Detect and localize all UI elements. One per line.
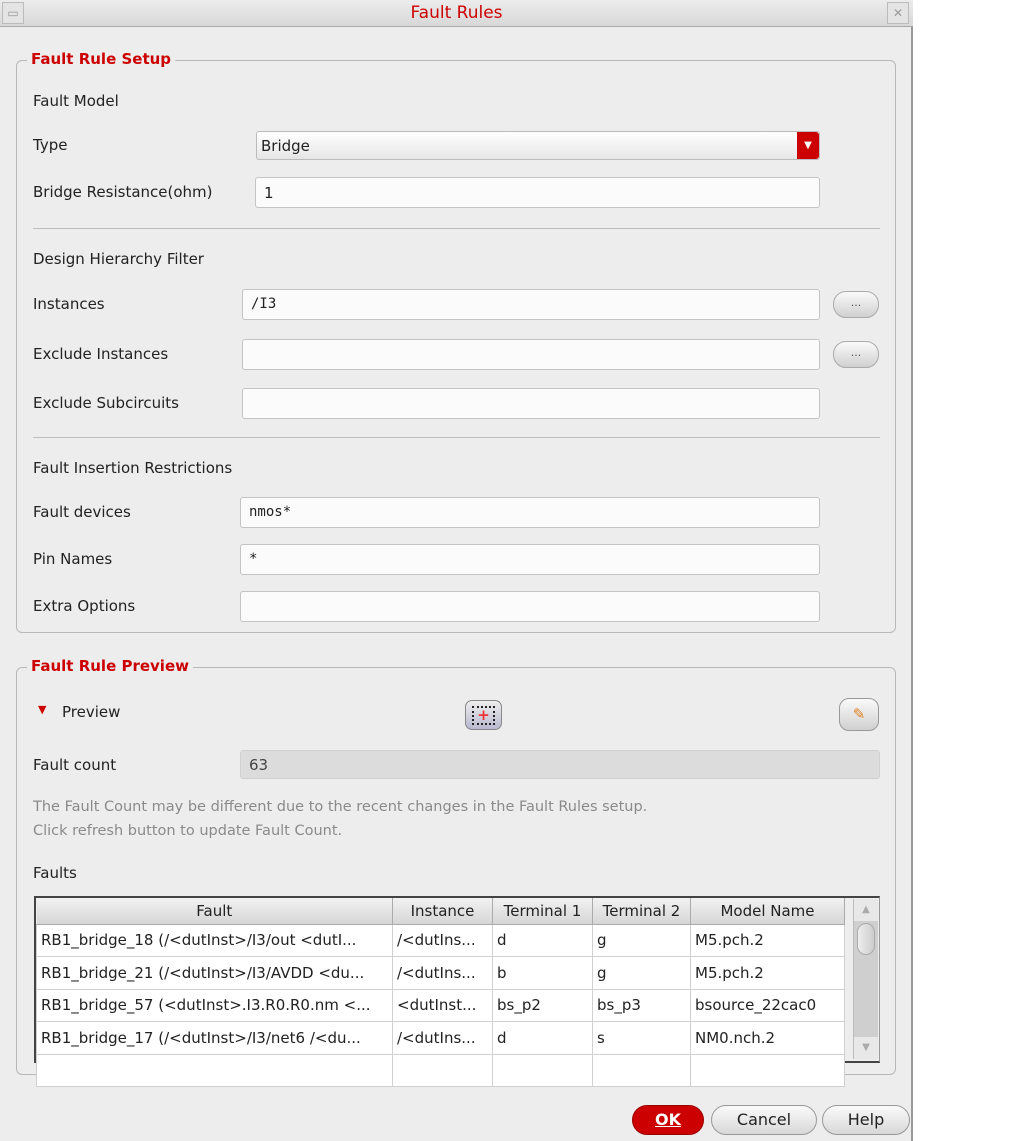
- table-cell: b: [492, 956, 593, 990]
- resistance-label: Bridge Resistance(ohm): [33, 183, 213, 201]
- fault-devices-input[interactable]: nmos*: [240, 497, 820, 528]
- table-cell: /<dutIns...: [392, 923, 493, 957]
- expand-arrow-icon[interactable]: ▼: [38, 703, 46, 716]
- table-cell: bsource_22cac0: [690, 988, 845, 1022]
- pin-names-input[interactable]: *: [240, 544, 820, 575]
- exclude-subcircuits-input[interactable]: [242, 388, 820, 419]
- cancel-label: Cancel: [736, 1110, 792, 1129]
- table-cell: /<dutIns...: [392, 956, 493, 990]
- cancel-button[interactable]: Cancel: [711, 1105, 817, 1135]
- table-cell: M5.pch.2: [690, 923, 845, 957]
- scroll-thumb[interactable]: [857, 923, 875, 955]
- fault-rules-dialog: ▭ Fault Rules ✕ Fault Rule Setup Fault M…: [0, 0, 913, 1141]
- edit-document-icon: ✎: [852, 705, 866, 723]
- fault-devices-label: Fault devices: [33, 503, 131, 521]
- column-model-name[interactable]: Model Name: [690, 898, 845, 925]
- table-cell: [392, 1053, 493, 1087]
- table-cell: [592, 1053, 691, 1087]
- table-row-partial[interactable]: [36, 1053, 845, 1087]
- ok-label: OK: [655, 1110, 681, 1129]
- group-title: Fault Rule Preview: [27, 657, 193, 675]
- preview-toggle[interactable]: Preview: [62, 703, 120, 721]
- table-header: Fault Instance Terminal 1 Terminal 2 Mod…: [36, 898, 845, 925]
- table-cell: [36, 1053, 393, 1087]
- refresh-icon: +: [472, 706, 495, 725]
- exclude-instances-input[interactable]: [242, 339, 820, 370]
- table-cell: /<dutIns...: [392, 1021, 493, 1055]
- group-title: Fault Rule Setup: [27, 50, 176, 68]
- help-button[interactable]: Help: [822, 1105, 910, 1135]
- refresh-button[interactable]: +: [465, 700, 502, 730]
- fault-count-field: 63: [240, 750, 880, 779]
- fault-model-heading: Fault Model: [33, 92, 119, 110]
- extra-options-input[interactable]: [240, 591, 820, 622]
- table-cell: g: [592, 923, 691, 957]
- table-cell: RB1_bridge_21 (/<dutInst>/I3/AVDD <du...: [36, 956, 393, 990]
- exclude-instances-label: Exclude Instances: [33, 345, 169, 363]
- faults-label: Faults: [33, 864, 77, 882]
- hierarchy-heading: Design Hierarchy Filter: [33, 250, 204, 268]
- fault-count-label: Fault count: [33, 756, 117, 774]
- column-terminal-2[interactable]: Terminal 2: [592, 898, 691, 925]
- table-cell: [492, 1053, 593, 1087]
- table-cell: bs_p2: [492, 988, 593, 1022]
- table-row[interactable]: RB1_bridge_21 (/<dutInst>/I3/AVDD <du...…: [36, 956, 845, 990]
- divider: [33, 228, 880, 229]
- extra-options-label: Extra Options: [33, 597, 136, 615]
- resistance-input[interactable]: 1: [255, 177, 820, 208]
- table-cell: <dutInst...: [392, 988, 493, 1022]
- type-dropdown[interactable]: Bridge ▼: [256, 131, 820, 160]
- browse-instances-button[interactable]: ...: [833, 291, 879, 318]
- table-cell: bs_p3: [592, 988, 691, 1022]
- close-button[interactable]: ✕: [887, 2, 909, 24]
- help-label: Help: [847, 1110, 885, 1129]
- table-cell: RB1_bridge_57 (<dutInst>.I3.R0.R0.nm <..…: [36, 988, 393, 1022]
- table-scrollbar[interactable]: ▲ ▼: [853, 899, 878, 1059]
- restrictions-heading: Fault Insertion Restrictions: [33, 459, 233, 477]
- table-cell: [690, 1053, 845, 1087]
- column-instance[interactable]: Instance: [392, 898, 493, 925]
- divider: [33, 437, 880, 438]
- column-terminal-1[interactable]: Terminal 1: [492, 898, 593, 925]
- title-bar: ▭ Fault Rules ✕: [0, 0, 913, 27]
- table-cell: M5.pch.2: [690, 956, 845, 990]
- table-cell: d: [492, 923, 593, 957]
- column-fault[interactable]: Fault: [36, 898, 393, 925]
- table-cell: s: [592, 1021, 691, 1055]
- browse-exclude-button[interactable]: ...: [833, 341, 879, 368]
- instances-label: Instances: [33, 295, 105, 313]
- table-cell: RB1_bridge_18 (/<dutInst>/I3/out <dutI..…: [36, 923, 393, 957]
- faults-table-grid: Fault Instance Terminal 1 Terminal 2 Mod…: [36, 898, 845, 1087]
- scroll-up-icon[interactable]: ▲: [854, 899, 878, 921]
- edit-document-button[interactable]: ✎: [839, 698, 879, 731]
- window-title: Fault Rules: [410, 3, 503, 23]
- table-cell: g: [592, 956, 691, 990]
- table-row[interactable]: RB1_bridge_57 (<dutInst>.I3.R0.R0.nm <..…: [36, 988, 845, 1022]
- pin-names-label: Pin Names: [33, 550, 113, 568]
- chevron-down-icon: ▼: [797, 132, 819, 159]
- type-label: Type: [33, 136, 68, 154]
- table-row[interactable]: RB1_bridge_17 (/<dutInst>/I3/net6 /<du..…: [36, 1021, 845, 1055]
- info-note: The Fault Count may be different due to …: [33, 799, 648, 815]
- ok-button[interactable]: OK: [632, 1105, 704, 1135]
- instances-input[interactable]: /I3: [242, 289, 820, 320]
- type-value: Bridge: [261, 137, 310, 155]
- scroll-down-icon[interactable]: ▼: [854, 1037, 878, 1059]
- exclude-subcircuits-label: Exclude Subcircuits: [33, 394, 179, 412]
- info-note: Click refresh button to update Fault Cou…: [33, 823, 343, 839]
- table-cell: RB1_bridge_17 (/<dutInst>/I3/net6 /<du..…: [36, 1021, 393, 1055]
- table-row[interactable]: RB1_bridge_18 (/<dutInst>/I3/out <dutI..…: [36, 923, 845, 957]
- table-cell: NM0.nch.2: [690, 1021, 845, 1055]
- table-cell: d: [492, 1021, 593, 1055]
